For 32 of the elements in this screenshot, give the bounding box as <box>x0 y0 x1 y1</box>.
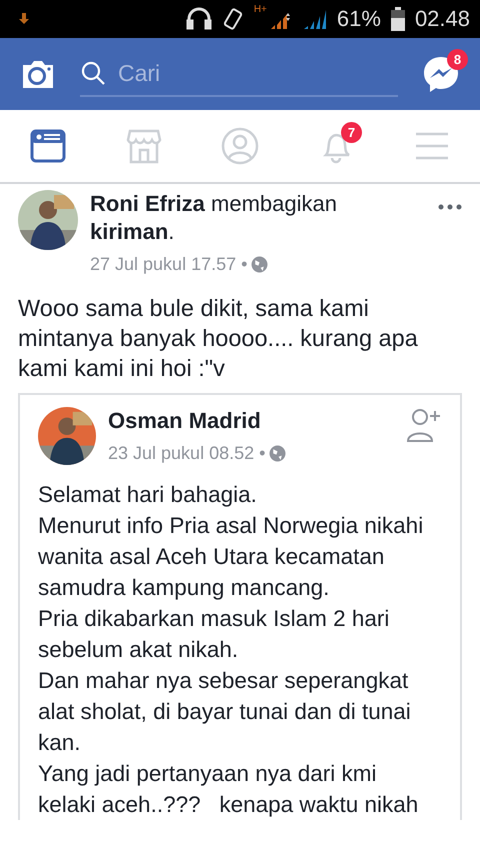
notification-badge: 7 <box>341 122 362 143</box>
battery-icon <box>390 7 405 31</box>
menu-icon <box>415 132 449 160</box>
add-friend-icon[interactable] <box>406 407 442 443</box>
more-options-icon[interactable] <box>438 204 462 210</box>
shared-paragraph: Selamat hari bahagia. <box>38 481 258 509</box>
shared-paragraph: Pria dikabarkan masuk Islam 2 hari sebelum akat nikah. <box>38 605 390 664</box>
globe-icon <box>269 445 286 462</box>
shop-icon <box>126 128 162 164</box>
shared-paragraph: Yang jadi pertanyaan nya dari kmi kelaki aceh..??? kenapa waktu nikah <box>38 760 420 819</box>
shared-author: Osman Madrid <box>108 407 262 435</box>
shared-paragraph: Dan mahar nya sebesar seperangkat alat sholat, di bayar tunai dan di tunai kan. <box>38 667 412 757</box>
messenger-badge: 8 <box>447 49 468 70</box>
globe-icon <box>251 256 268 273</box>
phone-rotate-icon <box>222 7 244 31</box>
post-title: Roni Efriza membagikan kiriman. <box>90 190 338 246</box>
messenger-icon[interactable] <box>422 55 460 93</box>
profile-icon <box>221 127 259 165</box>
battery-level: 61% <box>336 6 381 32</box>
network-type: H+ <box>254 4 267 15</box>
download-icon <box>18 13 30 25</box>
camera-icon[interactable] <box>20 58 56 90</box>
search-input[interactable]: Cari <box>116 58 398 88</box>
post-time: 27 Jul pukul 17.57 • <box>90 254 248 275</box>
headphones-icon <box>186 6 212 32</box>
shared-paragraph: Menurut info Pria asal Norwegia nikahi wanita asal Aceh Utara kecamatan samudra kampung mancang. <box>38 512 424 602</box>
clock: 02.48 <box>414 6 470 32</box>
search-field[interactable]: Cari <box>80 51 398 97</box>
post-text: Wooo sama bule dikit, sama kami mintanya banyak hoooo.... kurang apa kami kami ini hoi :"v <box>18 294 419 383</box>
news-feed-icon <box>30 129 66 163</box>
shared-time: 23 Jul pukul 08.52 • <box>108 443 266 464</box>
search-icon <box>80 60 106 86</box>
